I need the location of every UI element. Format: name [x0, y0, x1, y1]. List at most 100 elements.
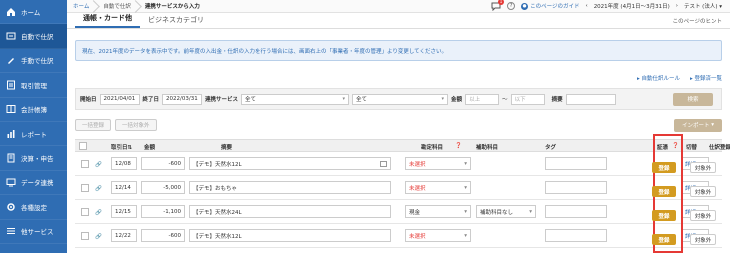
sidebar-item-ledger[interactable]: 会計帳簿	[0, 98, 67, 122]
import-button[interactable]: インポート ▾	[674, 118, 722, 132]
exclude-button[interactable]: 対象外	[690, 186, 716, 197]
linked-list-link[interactable]: ▸ 登録済一覧	[690, 74, 722, 82]
help-icon[interactable]: ?	[507, 2, 516, 10]
tab-bankbook-card[interactable]: 通帳・カード他	[75, 13, 140, 28]
bulk-exclude-button[interactable]: 一括対象外	[115, 119, 157, 131]
chevron-down-icon: ▾	[464, 208, 467, 215]
date-input[interactable]: 12/15	[111, 205, 137, 218]
chat-icon[interactable]: 1	[491, 0, 505, 11]
account-select[interactable]: 現金 ▾	[405, 205, 471, 218]
account-value: 全て	[356, 97, 368, 103]
service-value: 全て	[245, 97, 257, 103]
row-checkbox[interactable]	[81, 184, 89, 192]
rule-links: ▸ 自動仕訳ルール ▸ 登録済一覧	[637, 74, 722, 82]
fiscal-year: 2021年度 (4月1日〜3月31日)	[593, 4, 670, 10]
filter-bar: 開始日 2021/04/01 終了日 2022/03/31 連携サービス 全て ▾…	[75, 88, 722, 110]
row-checkbox[interactable]	[81, 232, 89, 240]
bulk-register-button[interactable]: 一括登録	[75, 119, 112, 131]
amount-input[interactable]: -1,100	[141, 205, 185, 218]
end-date-input[interactable]: 2022/03/31	[162, 93, 203, 105]
header-register: 仕訳登録	[709, 145, 730, 151]
date-input[interactable]: 12/08	[111, 157, 137, 170]
header-switch: 切替	[686, 145, 698, 151]
link-icon[interactable]: 🔗	[95, 182, 102, 195]
header-account-help-icon[interactable]: ❓	[455, 143, 462, 149]
auto-entry-icon	[6, 31, 16, 41]
memo-input[interactable]: 【デモ】おもちゃ	[189, 181, 391, 194]
linked-list-label: 登録済一覧	[694, 76, 722, 82]
breadcrumb-current: 連携サービスから入力	[144, 4, 200, 10]
header-date[interactable]: 取引日⇅	[111, 143, 132, 151]
sidebar-item-report[interactable]: レポート	[0, 122, 67, 147]
tab-bar: 通帳・カード他 ビジネスカテゴリ このページのヒント	[67, 13, 730, 29]
amount-max-input[interactable]: 以下	[510, 93, 545, 105]
register-button[interactable]: 登録	[652, 234, 676, 245]
link-icon[interactable]: 🔗	[95, 206, 102, 219]
page-hint-link[interactable]: このページのヒント	[665, 17, 730, 28]
manual-entry-icon	[6, 55, 16, 65]
account-select[interactable]: 未選択 ▾	[405, 181, 471, 194]
user-menu[interactable]: テスト (法人) ▾	[684, 2, 722, 10]
tag-input[interactable]	[545, 181, 607, 194]
service-select[interactable]: 全て ▾	[241, 93, 350, 105]
link-icon[interactable]: 🔗	[95, 230, 102, 243]
row-checkbox[interactable]	[81, 208, 89, 216]
memo-input[interactable]	[565, 93, 616, 105]
prev-year-icon[interactable]: ‹	[585, 3, 587, 9]
memo-input[interactable]: 【デモ】天然水12L	[189, 229, 391, 242]
date-input[interactable]: 12/22	[111, 229, 137, 242]
tab-business-category[interactable]: ビジネスカテゴリ	[140, 15, 212, 28]
page-guide-link[interactable]: ● このページのガイド	[521, 2, 579, 10]
sidebar-item-data-link[interactable]: データ連携	[0, 171, 67, 196]
top-bar: ホーム 自動で仕訳 連携サービスから入力 1 ? ● このページのガイド ‹ 2…	[67, 0, 730, 13]
sidebar-item-transactions[interactable]: 取引管理	[0, 73, 67, 98]
exclude-button[interactable]: 対象外	[690, 210, 716, 221]
next-year-icon[interactable]: ›	[676, 3, 678, 9]
sidebar-item-services[interactable]: 他サービス	[0, 220, 67, 244]
sidebar-item-home[interactable]: ホーム	[0, 0, 67, 25]
memo-input[interactable]: 【デモ】天然水24L	[189, 205, 391, 218]
tag-input[interactable]	[545, 229, 607, 242]
chat-badge: 1	[498, 0, 505, 5]
account-select[interactable]: 全て ▾	[352, 93, 449, 105]
data-link-icon	[6, 177, 16, 187]
memo-edit-icon[interactable]	[380, 161, 387, 167]
search-button[interactable]: 検索	[673, 92, 713, 106]
account-select[interactable]: 未選択 ▾	[405, 157, 471, 170]
tag-input[interactable]	[545, 205, 607, 218]
amount-min-input[interactable]: 以上	[465, 93, 500, 105]
sidebar-item-settings[interactable]: 各種設定	[0, 195, 67, 220]
bulk-actions: 一括登録 一括対象外 インポート ▾	[75, 118, 722, 132]
sidebar-item-manual-entry[interactable]: 手動で仕訳	[0, 49, 67, 74]
sidebar-item-label: ホーム	[21, 8, 41, 17]
exclude-button[interactable]: 対象外	[690, 162, 716, 173]
amount-input[interactable]: -600	[141, 157, 185, 170]
sidebar-item-settlement[interactable]: 決算・申告	[0, 146, 67, 171]
date-input[interactable]: 12/14	[111, 181, 137, 194]
account-select[interactable]: 未選択 ▾	[405, 229, 471, 242]
row-checkbox[interactable]	[81, 160, 89, 168]
memo-input[interactable]: 【デモ】天然水12L	[189, 157, 391, 170]
register-button[interactable]: 登録	[652, 162, 676, 173]
register-button[interactable]: 登録	[652, 186, 676, 197]
start-date-input[interactable]: 2021/04/01	[99, 93, 140, 105]
amount-input[interactable]: -600	[141, 229, 185, 242]
guide-label: このページのガイド	[530, 4, 580, 10]
tag-input[interactable]	[545, 157, 607, 170]
amount-input[interactable]: -5,000	[141, 181, 185, 194]
exclude-button[interactable]: 対象外	[690, 234, 716, 245]
chevron-down-icon: ▾	[342, 96, 346, 102]
register-button[interactable]: 登録	[652, 210, 676, 221]
sub-account-select[interactable]: 補助科目なし ▾	[476, 205, 536, 218]
sidebar-item-auto-entry[interactable]: 自動で仕訳	[0, 24, 67, 49]
chevron-down-icon: ▾	[441, 96, 445, 102]
link-icon[interactable]: 🔗	[95, 158, 102, 171]
auto-rule-link[interactable]: ▸ 自動仕訳ルール	[637, 74, 680, 82]
breadcrumb-parent[interactable]: 自動で仕訳	[97, 0, 139, 13]
chevron-down-icon: ▾	[464, 232, 467, 239]
sidebar-item-label: レポート	[21, 130, 47, 139]
table-row: 🔗 12/14 -5,000 【デモ】おもちゃ 未選択▾ 📎 詳細▾	[75, 176, 722, 200]
table-row: 🔗 12/22 -600 【デモ】天然水12L 未選択▾ 📎 詳細▾	[75, 224, 722, 248]
breadcrumb-home[interactable]: ホーム	[67, 0, 97, 13]
select-all-checkbox[interactable]	[79, 142, 87, 150]
